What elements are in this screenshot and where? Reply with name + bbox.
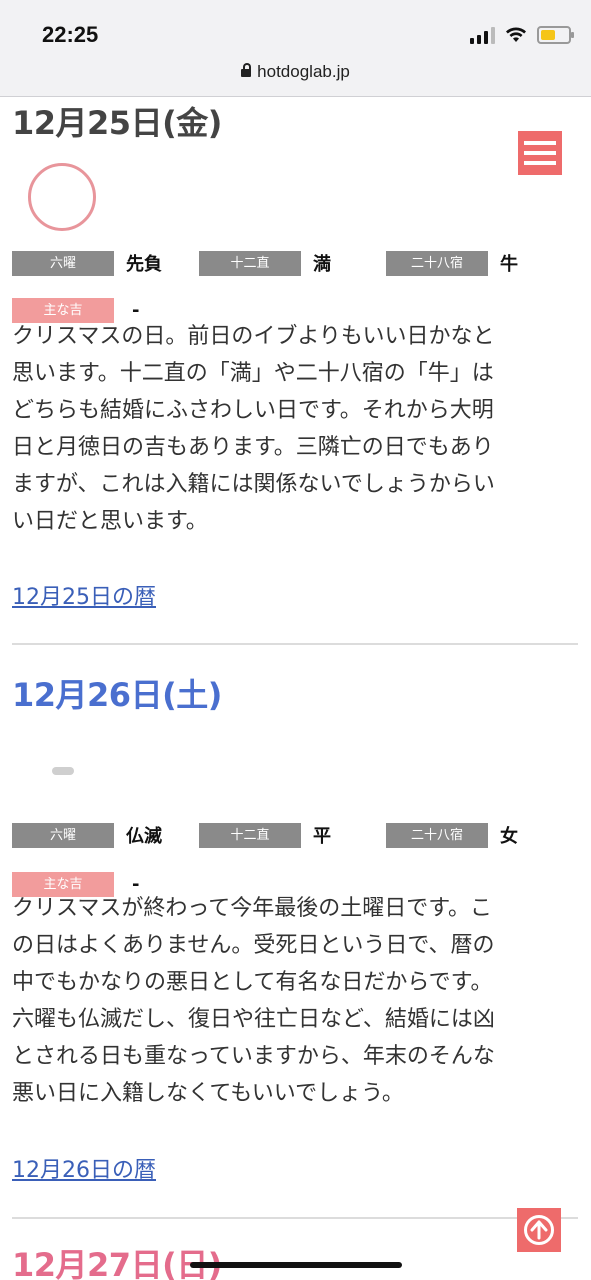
rokuyo-value: 先負 xyxy=(126,254,162,275)
signal-icon xyxy=(470,26,495,44)
divider xyxy=(12,643,578,645)
day-entry-1225: 12月25日(金) 六曜 先負 十二直 満 二十八宿 牛 主な吉 - クリスマス… xyxy=(12,96,578,616)
juunichoku-value: 満 xyxy=(313,254,331,275)
description-line: 六曜も仏滅だし、復日や往亡日など、結婚には凶 xyxy=(12,1007,495,1032)
tag-row: 六曜 仏滅 十二直 平 二十八宿 女 xyxy=(12,822,573,848)
entry-date: 12月25日(金) xyxy=(12,104,222,142)
battery-icon xyxy=(537,26,574,44)
rokuyo-label: 六曜 xyxy=(12,822,114,848)
juunichoku-label: 十二直 xyxy=(199,822,301,848)
description-line: とされる日も重なっていますから、年末のそんな xyxy=(12,1044,495,1069)
hamburger-icon xyxy=(524,161,556,165)
juunichoku-value: 平 xyxy=(313,826,331,847)
browser-status-bar: 22:25 hotdoglab.jp xyxy=(0,0,591,97)
wifi-icon xyxy=(506,27,526,42)
entry-description: クリスマスの日。前日のイブよりもいい日かなと 思います。十二直の「満」や二十八宿… xyxy=(12,318,578,540)
koyomi-link[interactable]: 12月25日の暦 xyxy=(12,579,156,611)
juunichoku-label: 十二直 xyxy=(199,250,301,276)
koyomi-link[interactable]: 12月26日の暦 xyxy=(12,1152,156,1184)
description-line: 中でもかなりの悪日として有名な日だからです。 xyxy=(12,970,493,995)
nijuhasshuku-label: 二十八宿 xyxy=(386,822,488,848)
auspicious-circle-icon xyxy=(28,163,96,231)
description-line: い日だと思います。 xyxy=(12,509,208,534)
menu-button[interactable] xyxy=(518,131,562,175)
description-line: クリスマスの日。前日のイブよりもいい日かなと xyxy=(12,324,495,349)
hamburger-icon xyxy=(524,141,556,145)
nijuhasshuku-value: 女 xyxy=(500,826,518,847)
status-icons xyxy=(470,26,574,44)
neutral-dash-icon xyxy=(52,767,74,775)
day-entry-1226: 12月26日(土) 六曜 仏滅 十二直 平 二十八宿 女 主な吉 - クリスマス… xyxy=(12,668,578,1208)
home-indicator[interactable] xyxy=(190,1262,402,1268)
url-text: hotdoglab.jp xyxy=(257,62,350,81)
description-line: の日はよくありません。受死日という日で、暦の xyxy=(12,933,495,958)
description-line: どちらも結婚にふさわしい日です。それから大明 xyxy=(12,398,494,423)
description-line: ますが、これは入籍には関係ないでしょうからい xyxy=(12,472,495,497)
nijuhasshuku-value: 牛 xyxy=(500,254,518,275)
description-line: 悪い日に入籍しなくてもいいでしょう。 xyxy=(12,1081,404,1106)
day-entry-1227: 12月27日(日) xyxy=(12,1240,578,1280)
divider xyxy=(12,1217,578,1219)
description-line: 思います。十二直の「満」や二十八宿の「牛」は xyxy=(12,361,494,386)
lock-icon xyxy=(241,63,252,77)
nijuhasshuku-label: 二十八宿 xyxy=(386,250,488,276)
clock: 22:25 xyxy=(42,22,99,47)
tag-row: 六曜 先負 十二直 満 二十八宿 牛 xyxy=(12,250,573,276)
address-bar[interactable]: hotdoglab.jp xyxy=(0,62,591,82)
arrow-up-circle-icon xyxy=(524,1215,554,1245)
scroll-top-button[interactable] xyxy=(517,1208,561,1252)
description-line: クリスマスが終わって今年最後の土曜日です。こ xyxy=(12,896,493,921)
entry-description: クリスマスが終わって今年最後の土曜日です。こ の日はよくありません。受死日という… xyxy=(12,890,578,1112)
entry-date[interactable]: 12月26日(土) xyxy=(12,670,222,716)
rokuyo-value: 仏滅 xyxy=(126,826,162,847)
hamburger-icon xyxy=(524,151,556,155)
entry-date[interactable]: 12月27日(日) xyxy=(12,1240,222,1280)
description-line: 日と月徳日の吉もあります。三隣亡の日でもあり xyxy=(12,435,494,460)
rokuyo-label: 六曜 xyxy=(12,250,114,276)
